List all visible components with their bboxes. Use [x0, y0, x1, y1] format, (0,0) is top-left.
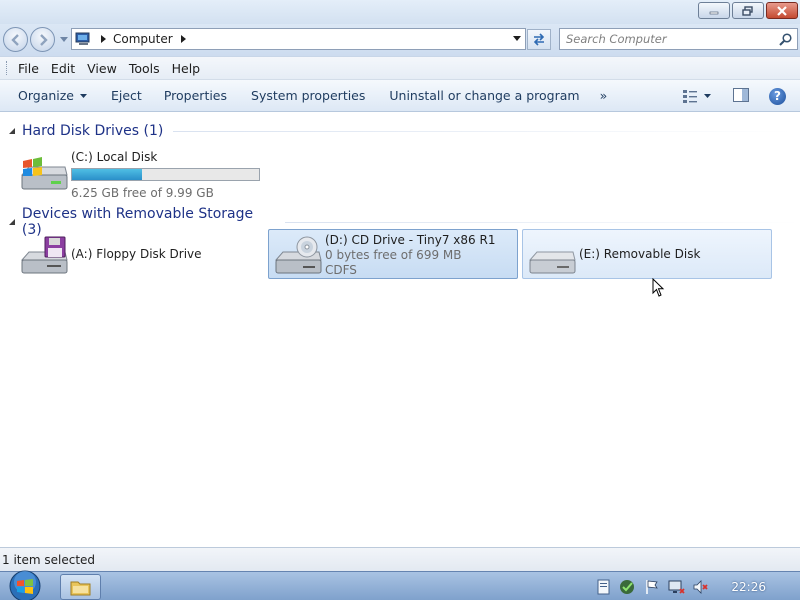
menu-file[interactable]: File	[18, 61, 39, 76]
back-button[interactable]	[3, 27, 28, 52]
menu-view[interactable]: View	[87, 61, 117, 76]
uninstall-program-button[interactable]: Uninstall or change a program	[383, 84, 585, 108]
refresh-icon	[533, 33, 545, 46]
status-text: 1 item selected	[2, 552, 96, 567]
document-icon[interactable]	[597, 579, 611, 595]
chevron-down-icon	[80, 93, 87, 98]
address-history-dropdown-icon[interactable]	[513, 36, 521, 41]
action-center-flag-icon[interactable]	[645, 579, 659, 595]
collapse-triangle-icon[interactable]	[8, 218, 16, 226]
search-icon[interactable]	[779, 33, 792, 46]
preview-pane-icon	[733, 87, 749, 102]
more-label: »	[599, 88, 608, 103]
taskbar-explorer-button[interactable]	[60, 574, 101, 600]
view-options-icon	[683, 90, 697, 103]
command-bar-right: ?	[682, 80, 800, 112]
menu-bar: File Edit View Tools Help	[0, 56, 800, 80]
back-arrow-icon	[11, 34, 19, 46]
system-properties-label: System properties	[251, 88, 366, 103]
status-bar: 1 item selected	[0, 547, 800, 571]
help-icon: ?	[774, 89, 781, 103]
cd-drive-icon	[274, 236, 322, 274]
search-box[interactable]	[559, 28, 798, 50]
breadcrumb-computer[interactable]: Computer	[113, 32, 173, 46]
hard-disk-icon	[20, 157, 68, 190]
taskbar-clock[interactable]: 22:26	[731, 580, 766, 594]
minimize-icon	[709, 11, 719, 14]
uninstall-label: Uninstall or change a program	[389, 88, 580, 103]
menu-grip	[6, 61, 9, 75]
group-header-hard-disks[interactable]: Hard Disk Drives (1)	[8, 123, 794, 139]
breadcrumb-separator-icon[interactable]	[101, 35, 106, 43]
close-button[interactable]	[766, 2, 798, 19]
content-area: Hard Disk Drives (1) (C:) Local Disk 6.2…	[0, 112, 800, 547]
drive-name: (C:) Local Disk	[71, 150, 158, 164]
security-shield-icon[interactable]	[619, 579, 637, 595]
menu-tools[interactable]: Tools	[129, 61, 160, 76]
forward-arrow-icon	[40, 34, 48, 46]
network-icon[interactable]	[667, 579, 686, 595]
command-bar: Organize Eject Properties System propert…	[0, 80, 800, 112]
mouse-cursor-icon	[652, 278, 665, 297]
address-bar[interactable]: Computer	[71, 28, 526, 50]
change-view-button[interactable]	[682, 89, 711, 103]
collapse-triangle-icon[interactable]	[8, 127, 16, 135]
title-bar	[0, 0, 800, 24]
properties-button[interactable]: Properties	[158, 84, 233, 108]
drive-free-space: 0 bytes free of 699 MB	[325, 248, 462, 262]
drive-tile-d[interactable]: (D:) CD Drive - Tiny7 x86 R1 0 bytes fre…	[268, 229, 518, 279]
restore-icon	[742, 5, 753, 16]
breadcrumb-separator-icon[interactable]	[180, 35, 186, 43]
group-divider	[284, 221, 800, 223]
forward-button[interactable]	[30, 27, 55, 52]
organize-button[interactable]: Organize	[12, 84, 93, 108]
drive-file-system: CDFS	[325, 263, 357, 277]
drive-free-space: 6.25 GB free of 9.99 GB	[71, 186, 214, 200]
eject-label: Eject	[111, 88, 142, 103]
drive-tile-a[interactable]: (A:) Floppy Disk Drive	[14, 229, 264, 279]
capacity-bar-fill	[72, 169, 142, 180]
capacity-bar	[71, 168, 260, 181]
drive-tile-c[interactable]: (C:) Local Disk 6.25 GB free of 9.99 GB	[14, 146, 264, 200]
help-button[interactable]: ?	[769, 87, 786, 105]
window-controls	[698, 2, 798, 19]
more-commands-button[interactable]: »	[594, 84, 614, 108]
search-input[interactable]	[566, 32, 776, 46]
drive-name: (E:) Removable Disk	[579, 247, 701, 261]
floppy-drive-icon	[20, 236, 68, 274]
volume-muted-icon[interactable]	[693, 579, 709, 595]
group-divider	[173, 130, 794, 132]
drive-name: (D:) CD Drive - Tiny7 x86 R1	[325, 233, 496, 247]
computer-icon	[75, 32, 90, 45]
system-tray: 22:26	[597, 572, 800, 600]
chevron-down-icon	[704, 94, 711, 98]
preview-pane-button[interactable]	[733, 87, 749, 105]
recent-pages-dropdown-icon[interactable]	[60, 37, 68, 42]
close-icon	[777, 5, 787, 16]
system-properties-button[interactable]: System properties	[245, 84, 371, 108]
start-button[interactable]	[8, 570, 42, 600]
properties-label: Properties	[163, 88, 228, 103]
taskbar: 22:26	[0, 570, 800, 600]
group-title: Hard Disk Drives (1)	[22, 123, 164, 139]
drive-name: (A:) Floppy Disk Drive	[71, 247, 202, 261]
refresh-button[interactable]	[527, 29, 551, 50]
eject-button[interactable]: Eject	[105, 84, 148, 108]
menu-help[interactable]: Help	[172, 61, 201, 76]
drive-tile-e[interactable]: (E:) Removable Disk	[522, 229, 772, 279]
removable-disk-icon	[528, 251, 576, 274]
folder-icon	[70, 581, 91, 596]
address-row: Computer	[0, 24, 800, 56]
menu-edit[interactable]: Edit	[51, 61, 75, 76]
minimize-button[interactable]	[698, 2, 730, 19]
maximize-button[interactable]	[732, 2, 764, 19]
organize-label: Organize	[18, 88, 74, 103]
